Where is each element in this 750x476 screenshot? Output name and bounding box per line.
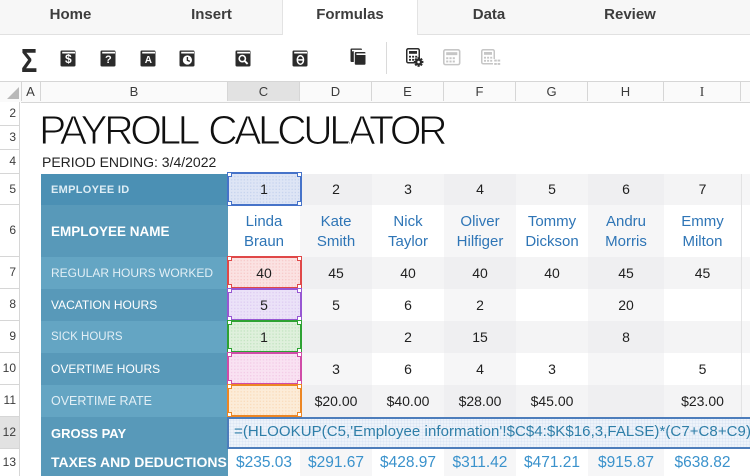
svg-text:$: $ [65,52,72,66]
svg-text:?: ? [105,54,112,66]
svg-text:A: A [144,55,151,66]
